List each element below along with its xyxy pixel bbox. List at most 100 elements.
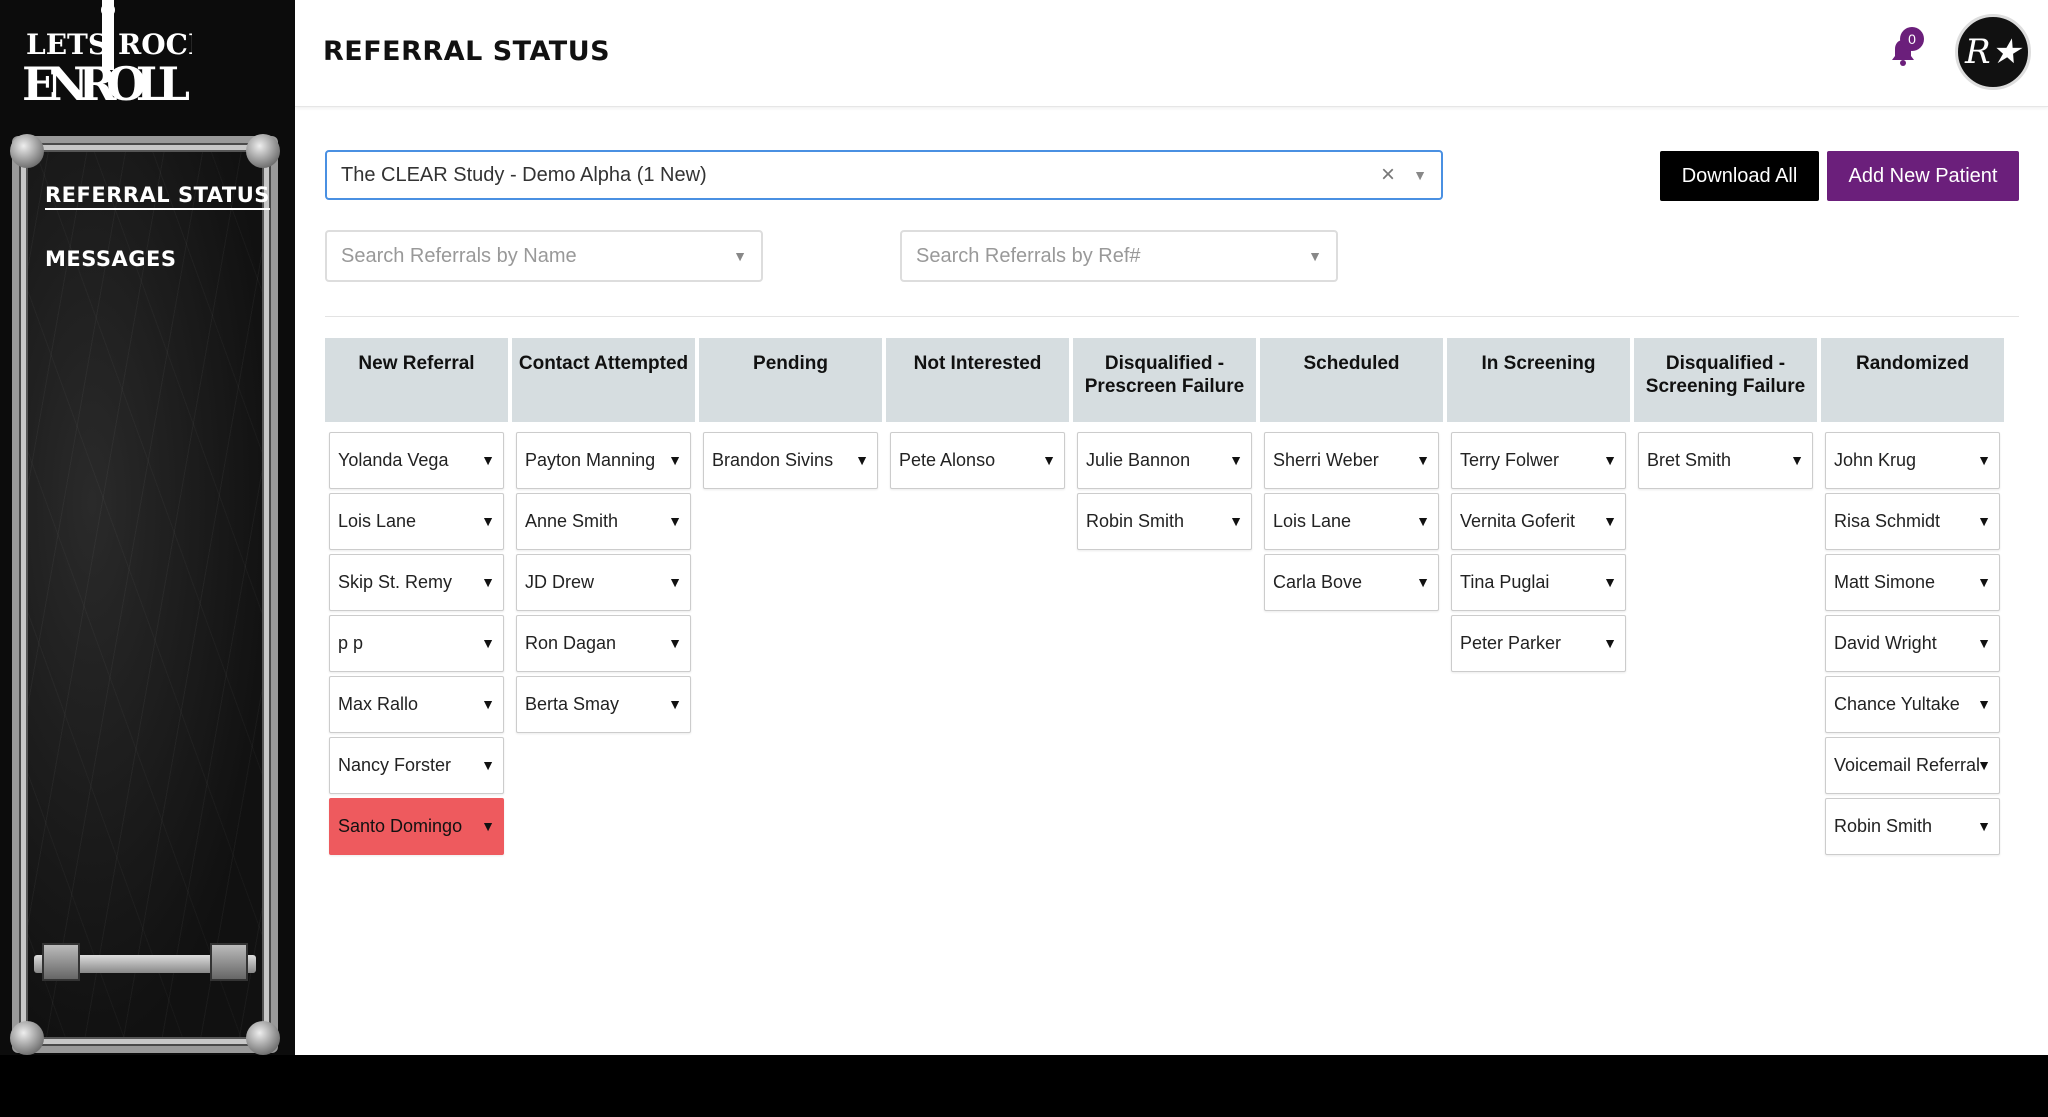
chevron-down-icon[interactable]: ▼	[1229, 433, 1243, 488]
chevron-down-icon[interactable]: ▼	[1416, 494, 1430, 549]
column-header: Not Interested	[886, 338, 1069, 422]
card-list: Yolanda Vega ▼ Lois Lane ▼ Skip St. Remy ▼ p p…	[325, 422, 508, 855]
referral-card[interactable]: Voicemail Referral ▼	[1825, 737, 2000, 794]
lets-rock-enroll-logo[interactable]: LETS ROCK ENROLL	[22, 0, 192, 108]
chevron-down-icon[interactable]: ▼	[481, 616, 495, 671]
chevron-down-icon[interactable]: ▼	[481, 677, 495, 732]
chevron-down-icon[interactable]: ▼	[1977, 555, 1991, 610]
chevron-down-icon[interactable]: ▼	[1229, 494, 1243, 549]
chevron-down-icon[interactable]: ▼	[668, 616, 682, 671]
add-new-patient-button[interactable]: Add New Patient	[1827, 151, 2019, 201]
sidebar-item-messages[interactable]: MESSAGES	[45, 247, 177, 271]
chevron-down-icon[interactable]: ▼	[481, 555, 495, 610]
referral-card[interactable]: Payton Manning ▼	[516, 432, 691, 489]
notification-badge[interactable]: 0	[1900, 27, 1924, 51]
referral-card[interactable]: Lois Lane ▼	[1264, 493, 1439, 550]
search-by-name-input[interactable]: Search Referrals by Name ▼	[325, 230, 763, 282]
chevron-down-icon[interactable]: ▼	[1308, 232, 1322, 280]
patient-name: Carla Bove	[1273, 572, 1363, 592]
chevron-down-icon[interactable]: ▼	[481, 433, 495, 488]
referral-card[interactable]: Ron Dagan ▼	[516, 615, 691, 672]
patient-name: Payton Manning	[525, 450, 656, 470]
sidebar-item-referral-status[interactable]: REFERRAL STATUS	[45, 183, 270, 207]
referral-card[interactable]: Julie Bannon ▼	[1077, 432, 1252, 489]
chevron-down-icon[interactable]: ▼	[1977, 738, 1991, 793]
chevron-down-icon[interactable]: ▼	[1790, 433, 1804, 488]
chevron-down-icon[interactable]: ▼	[668, 433, 682, 488]
clear-icon[interactable]: ×	[1381, 152, 1395, 198]
chevron-down-icon[interactable]: ▼	[1416, 433, 1430, 488]
patient-name: Robin Smith	[1834, 816, 1933, 836]
referral-card[interactable]: p p ▼	[329, 615, 504, 672]
patient-name: Terry Folwer	[1460, 450, 1560, 470]
chevron-down-icon[interactable]: ▼	[855, 433, 869, 488]
page-title: REFERRAL STATUS	[323, 36, 611, 67]
main-content: REFERRAL STATUS 0 R★ The CLEAR Study - D…	[295, 0, 2048, 1055]
column-header: Disqualified - Screening Failure	[1634, 338, 1817, 422]
chevron-down-icon[interactable]: ▼	[481, 494, 495, 549]
referral-card[interactable]: Lois Lane ▼	[329, 493, 504, 550]
referral-card[interactable]: Brandon Sivins ▼	[703, 432, 878, 489]
referral-card[interactable]: John Krug ▼	[1825, 432, 2000, 489]
patient-name: Max Rallo	[338, 694, 419, 714]
referral-card[interactable]: Bret Smith ▼	[1638, 432, 1813, 489]
status-column: Contact Attempted Payton Manning ▼ Anne Smi…	[512, 338, 695, 737]
chevron-down-icon[interactable]: ▼	[1977, 616, 1991, 671]
column-header: Contact Attempted	[512, 338, 695, 422]
study-select-value: The CLEAR Study - Demo Alpha (1 New)	[341, 164, 707, 186]
card-list: Payton Manning ▼ Anne Smith ▼ JD Drew ▼ Ron Da…	[512, 422, 695, 733]
referral-card[interactable]: Santo Domingo ▼	[329, 798, 504, 855]
referral-card[interactable]: Berta Smay ▼	[516, 676, 691, 733]
column-header: Disqualified - Prescreen Failure	[1073, 338, 1256, 422]
referral-card[interactable]: Sherri Weber ▼	[1264, 432, 1439, 489]
chevron-down-icon[interactable]: ▼	[1603, 555, 1617, 610]
referral-card[interactable]: Tina Puglai ▼	[1451, 554, 1626, 611]
patient-name: David Wright	[1834, 633, 1937, 653]
chevron-down-icon[interactable]: ▼	[1603, 433, 1617, 488]
chevron-down-icon[interactable]: ▼	[1977, 677, 1991, 732]
chevron-down-icon[interactable]: ▼	[668, 494, 682, 549]
referral-card[interactable]: Vernita Goferit ▼	[1451, 493, 1626, 550]
sidebar: LETS ROCK ENROLL REFERRAL STATUS MESSAGE…	[0, 0, 295, 1055]
patient-name: Matt Simone	[1834, 572, 1936, 592]
referral-card[interactable]: Peter Parker ▼	[1451, 615, 1626, 672]
chevron-down-icon[interactable]: ▼	[1977, 433, 1991, 488]
chevron-down-icon[interactable]: ▼	[481, 738, 495, 793]
avatar[interactable]: R★	[1955, 14, 2031, 90]
chevron-down-icon[interactable]: ▼	[1603, 616, 1617, 671]
referral-card[interactable]: Robin Smith ▼	[1077, 493, 1252, 550]
download-all-button[interactable]: Download All	[1660, 151, 1819, 201]
referral-card[interactable]: Terry Folwer ▼	[1451, 432, 1626, 489]
referral-card[interactable]: Carla Bove ▼	[1264, 554, 1439, 611]
chevron-down-icon[interactable]: ▼	[481, 799, 495, 854]
chevron-down-icon[interactable]: ▼	[1042, 433, 1056, 488]
card-list: Julie Bannon ▼ Robin Smith ▼	[1073, 422, 1256, 550]
referral-card[interactable]: Pete Alonso ▼	[890, 432, 1065, 489]
chevron-down-icon[interactable]: ▼	[668, 555, 682, 610]
chevron-down-icon[interactable]: ▼	[1416, 555, 1430, 610]
referral-card[interactable]: Anne Smith ▼	[516, 493, 691, 550]
status-column: In Screening Terry Folwer ▼ Vernita Goferit…	[1447, 338, 1630, 676]
patient-name: Pete Alonso	[899, 450, 996, 470]
patient-name: Peter Parker	[1460, 633, 1562, 653]
referral-card[interactable]: Max Rallo ▼	[329, 676, 504, 733]
referral-card[interactable]: Skip St. Remy ▼	[329, 554, 504, 611]
chevron-down-icon[interactable]: ▼	[668, 677, 682, 732]
study-select[interactable]: The CLEAR Study - Demo Alpha (1 New) × ▼	[325, 150, 1443, 200]
column-header: New Referral	[325, 338, 508, 422]
chevron-down-icon[interactable]: ▼	[1977, 799, 1991, 854]
referral-card[interactable]: David Wright ▼	[1825, 615, 2000, 672]
referral-card[interactable]: JD Drew ▼	[516, 554, 691, 611]
referral-card[interactable]: Yolanda Vega ▼	[329, 432, 504, 489]
referral-card[interactable]: Robin Smith ▼	[1825, 798, 2000, 855]
referral-card[interactable]: Matt Simone ▼	[1825, 554, 2000, 611]
referral-card[interactable]: Nancy Forster ▼	[329, 737, 504, 794]
chevron-down-icon[interactable]: ▼	[1603, 494, 1617, 549]
chevron-down-icon[interactable]: ▼	[1977, 494, 1991, 549]
corner-bolt	[10, 1021, 44, 1055]
search-by-ref-input[interactable]: Search Referrals by Ref# ▼	[900, 230, 1338, 282]
referral-card[interactable]: Chance Yultake ▼	[1825, 676, 2000, 733]
chevron-down-icon[interactable]: ▼	[733, 232, 747, 280]
chevron-down-icon[interactable]: ▼	[1413, 152, 1427, 198]
referral-card[interactable]: Risa Schmidt ▼	[1825, 493, 2000, 550]
